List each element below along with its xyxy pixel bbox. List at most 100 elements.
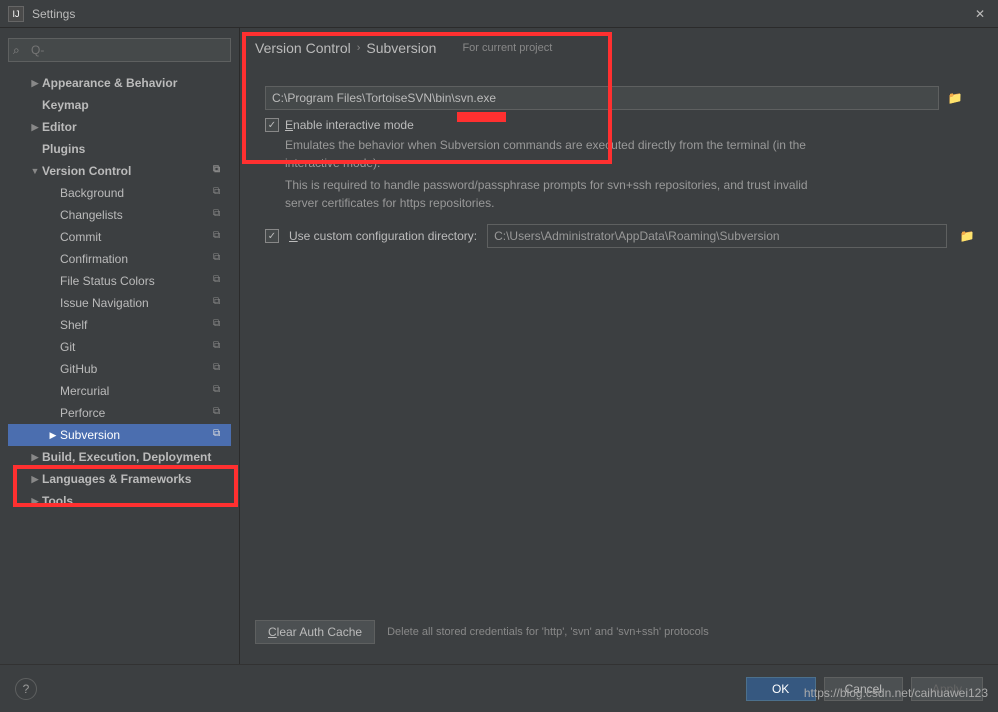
sidebar-item-label: Shelf xyxy=(60,318,213,332)
copy-icon: ⧉ xyxy=(213,384,227,398)
sidebar-item-label: Git xyxy=(60,340,213,354)
copy-icon: ⧉ xyxy=(213,428,227,442)
sidebar-item-label: Perforce xyxy=(60,406,213,420)
breadcrumb-part[interactable]: Version Control xyxy=(255,40,351,56)
annotation-redaction xyxy=(457,112,506,122)
copy-icon: ⧉ xyxy=(213,340,227,354)
nav-arrow-spacer xyxy=(46,297,60,309)
nav-arrow-spacer xyxy=(46,341,60,353)
sidebar-item-label: Confirmation xyxy=(60,252,213,266)
sidebar-item-version-control[interactable]: ▼Version Control⧉ xyxy=(8,160,231,182)
sidebar-item-issue-navigation[interactable]: Issue Navigation⧉ xyxy=(8,292,231,314)
use-custom-config-checkbox[interactable] xyxy=(265,229,279,243)
sidebar-item-keymap[interactable]: Keymap xyxy=(8,94,231,116)
sidebar-item-changelists[interactable]: Changelists⧉ xyxy=(8,204,231,226)
window-title: Settings xyxy=(32,7,970,21)
nav-arrow-spacer xyxy=(46,209,60,221)
search-input[interactable] xyxy=(8,38,231,62)
enable-interactive-row: Enable interactive mode xyxy=(265,118,983,132)
copy-icon: ⧉ xyxy=(213,362,227,376)
sidebar-item-perforce[interactable]: Perforce⧉ xyxy=(8,402,231,424)
chevron-right-icon: ▶ xyxy=(28,121,42,133)
sidebar-item-editor[interactable]: ▶Editor xyxy=(8,116,231,138)
enable-interactive-label[interactable]: Enable interactive mode xyxy=(285,118,414,132)
copy-icon: ⧉ xyxy=(213,252,227,266)
config-dir-input[interactable] xyxy=(487,224,947,248)
sidebar-item-label: Changelists xyxy=(60,208,213,222)
svn-path-input[interactable] xyxy=(265,86,939,110)
sidebar-item-label: GitHub xyxy=(60,362,213,376)
copy-icon: ⧉ xyxy=(213,274,227,288)
chevron-right-icon: ▶ xyxy=(28,77,42,89)
copy-icon: ⧉ xyxy=(213,406,227,420)
nav-arrow-spacer xyxy=(28,99,42,111)
sidebar-item-label: Commit xyxy=(60,230,213,244)
enable-interactive-checkbox[interactable] xyxy=(265,118,279,132)
copy-icon: ⧉ xyxy=(213,296,227,310)
sidebar-item-label: Subversion xyxy=(60,428,213,442)
sidebar-item-confirmation[interactable]: Confirmation⧉ xyxy=(8,248,231,270)
breadcrumb-part: Subversion xyxy=(366,40,436,56)
sidebar-item-label: Plugins xyxy=(42,142,227,156)
search-icon: ⌕ xyxy=(13,43,20,58)
sidebar-item-tools[interactable]: ▶Tools xyxy=(8,490,231,512)
chevron-right-icon: ▶ xyxy=(46,429,60,441)
sidebar-item-label: Mercurial xyxy=(60,384,213,398)
sidebar-item-label: Languages & Frameworks xyxy=(42,472,227,486)
chevron-right-icon: ▶ xyxy=(28,473,42,485)
interactive-desc-1: Emulates the behavior when Subversion co… xyxy=(285,136,835,172)
watermark: https://blog.csdn.net/caihuawei123 xyxy=(804,686,988,700)
close-icon[interactable]: ✕ xyxy=(970,4,990,24)
folder-icon[interactable]: 📁 xyxy=(957,226,977,246)
search-box: ⌕ xyxy=(8,38,231,62)
copy-icon: ⧉ xyxy=(213,164,227,178)
sidebar-item-label: File Status Colors xyxy=(60,274,213,288)
chevron-right-icon: ▶ xyxy=(28,451,42,463)
clear-auth-cache-button[interactable]: Clear Auth Cache xyxy=(255,620,375,644)
copy-icon: ⧉ xyxy=(213,230,227,244)
help-button[interactable]: ? xyxy=(15,678,37,700)
clear-cache-desc: Delete all stored credentials for 'http'… xyxy=(387,626,709,638)
bottom-actions: Clear Auth Cache Delete all stored crede… xyxy=(255,620,983,654)
nav-arrow-spacer xyxy=(46,363,60,375)
copy-icon: ⧉ xyxy=(213,186,227,200)
sidebar-item-label: Editor xyxy=(42,120,227,134)
sidebar-item-background[interactable]: Background⧉ xyxy=(8,182,231,204)
sidebar-item-label: Keymap xyxy=(42,98,227,112)
nav-arrow-spacer xyxy=(46,187,60,199)
config-dir-row: Use custom configuration directory: 📁 xyxy=(265,224,983,248)
sidebar-item-label: Version Control xyxy=(42,164,213,178)
sidebar-item-appearance-behavior[interactable]: ▶Appearance & Behavior xyxy=(8,72,231,94)
titlebar: IJ Settings ✕ xyxy=(0,0,998,28)
main-panel: Version Control › Subversion For current… xyxy=(240,28,998,664)
svn-path-row: 📁 xyxy=(265,86,965,110)
interactive-desc-2: This is required to handle password/pass… xyxy=(285,176,835,212)
sidebar-item-file-status-colors[interactable]: File Status Colors⧉ xyxy=(8,270,231,292)
use-custom-config-label[interactable]: Use custom configuration directory: xyxy=(289,229,477,243)
breadcrumb: Version Control › Subversion For current… xyxy=(255,38,983,66)
nav-arrow-spacer xyxy=(46,253,60,265)
sidebar-item-commit[interactable]: Commit⧉ xyxy=(8,226,231,248)
nav-arrow-spacer xyxy=(46,319,60,331)
sidebar-item-mercurial[interactable]: Mercurial⧉ xyxy=(8,380,231,402)
sidebar-item-shelf[interactable]: Shelf⧉ xyxy=(8,314,231,336)
copy-icon: ⧉ xyxy=(213,318,227,332)
chevron-right-icon: ▶ xyxy=(28,495,42,507)
copy-icon: ⧉ xyxy=(213,208,227,222)
folder-icon[interactable]: 📁 xyxy=(945,88,965,108)
sidebar-item-label: Appearance & Behavior xyxy=(42,76,227,90)
sidebar-item-git[interactable]: Git⧉ xyxy=(8,336,231,358)
sidebar-item-github[interactable]: GitHub⧉ xyxy=(8,358,231,380)
sidebar-item-label: Issue Navigation xyxy=(60,296,213,310)
project-badge: For current project xyxy=(462,42,552,54)
sidebar-item-plugins[interactable]: Plugins xyxy=(8,138,231,160)
nav-arrow-spacer xyxy=(28,143,42,155)
sidebar-item-subversion[interactable]: ▶Subversion⧉ xyxy=(8,424,231,446)
sidebar-item-languages-frameworks[interactable]: ▶Languages & Frameworks xyxy=(8,468,231,490)
nav-arrow-spacer xyxy=(46,275,60,287)
sidebar-item-build-execution-deployment[interactable]: ▶Build, Execution, Deployment xyxy=(8,446,231,468)
app-icon: IJ xyxy=(8,6,24,22)
sidebar-item-label: Tools xyxy=(42,494,227,508)
sidebar-item-label: Background xyxy=(60,186,213,200)
sidebar-item-label: Build, Execution, Deployment xyxy=(42,450,227,464)
